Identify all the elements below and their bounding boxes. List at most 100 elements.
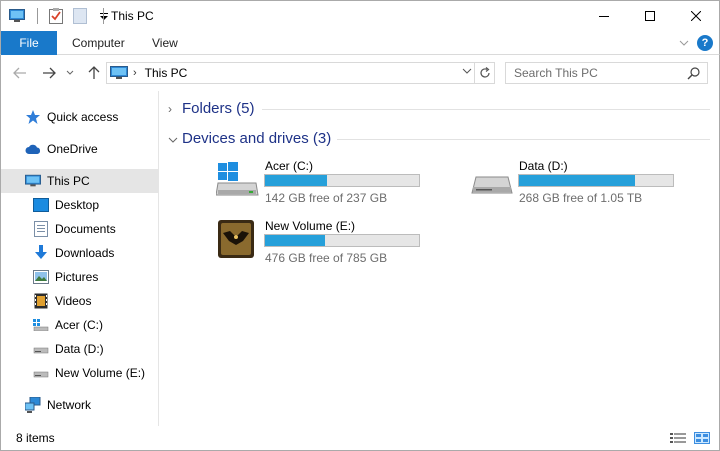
sidebar-item-label: Videos [55, 294, 92, 308]
sidebar-item-label: OneDrive [47, 142, 98, 156]
window-controls [581, 1, 719, 31]
title-bar: This PC [0, 0, 720, 31]
sidebar-item-this-pc[interactable]: This PC [1, 169, 158, 193]
sidebar-item-quick-access[interactable]: Quick access [1, 105, 158, 129]
close-icon[interactable] [673, 1, 719, 31]
properties-icon[interactable] [46, 6, 66, 26]
drive-usage-bar [264, 234, 420, 247]
sidebar-item-label: Network [47, 398, 92, 412]
sidebar-item-documents[interactable]: Documents [1, 217, 158, 241]
group-title: Devices and drives (3) [182, 130, 332, 147]
group-header-folders[interactable]: › Folders (5) [168, 100, 255, 117]
cloud-icon [25, 141, 41, 157]
tab-computer[interactable]: Computer [72, 31, 125, 55]
tab-file[interactable]: File [1, 31, 57, 55]
desktop-icon [33, 197, 49, 213]
address-dropdown-icon[interactable] [462, 66, 472, 77]
help-button[interactable]: ? [697, 35, 713, 51]
details-view-icon[interactable] [669, 431, 687, 445]
pictures-icon [33, 269, 49, 285]
sidebar-item-onedrive[interactable]: OneDrive [1, 137, 158, 161]
sidebar-item-data-d[interactable]: Data (D:) [1, 337, 158, 361]
computer-icon[interactable] [7, 6, 27, 26]
sidebar-item-network[interactable]: Network [1, 393, 158, 417]
status-bar: 8 items [0, 426, 720, 451]
search-input[interactable]: Search This PC [505, 62, 708, 84]
refresh-icon[interactable] [474, 63, 494, 83]
item-count: 8 items [16, 431, 55, 445]
group-divider [337, 139, 710, 140]
custom-drive-icon [216, 219, 256, 259]
documents-icon [33, 221, 49, 237]
back-arrow-icon[interactable] [11, 64, 29, 82]
drive-usage-bar [518, 174, 674, 187]
drive-icon [33, 317, 49, 333]
group-divider [262, 109, 710, 110]
videos-icon [33, 293, 49, 309]
expand-ribbon-icon[interactable] [679, 36, 689, 50]
sidebar-item-label: Pictures [55, 270, 99, 284]
drive-tile-data-d[interactable]: Data (D:) 268 GB free of 1.05 TB [470, 159, 690, 209]
sidebar-item-pictures[interactable]: Pictures [1, 265, 158, 289]
drive-free-space: 268 GB free of 1.05 TB [519, 191, 643, 205]
drive-free-space: 142 GB free of 237 GB [265, 191, 388, 205]
maximize-icon[interactable] [627, 1, 673, 31]
sidebar-item-label: Downloads [55, 246, 115, 260]
title-separator [103, 8, 104, 24]
sidebar-item-label: Acer (C:) [55, 318, 103, 332]
up-arrow-icon[interactable] [85, 64, 103, 82]
star-icon [25, 109, 41, 125]
sidebar-item-downloads[interactable]: Downloads [1, 241, 158, 265]
tiles-view-icon[interactable] [693, 431, 711, 445]
drive-tile-new-volume-e[interactable]: New Volume (E:) 476 GB free of 785 GB [216, 219, 436, 269]
view-switcher [663, 431, 711, 445]
sidebar-item-label: Data (D:) [55, 342, 104, 356]
windows-drive-icon [215, 159, 259, 199]
group-header-devices[interactable]: Devices and drives (3) [168, 130, 331, 147]
navigation-bar: › This PC Search This PC [0, 55, 720, 91]
sidebar-item-label: Quick access [47, 110, 119, 124]
drive-icon [33, 365, 49, 381]
network-icon [25, 397, 41, 413]
sidebar-item-label: Documents [55, 222, 116, 236]
drive-name: Data (D:) [519, 159, 568, 173]
drive-usage-fill [265, 235, 326, 246]
breadcrumb-chevron-icon[interactable]: › [133, 67, 137, 79]
drive-icon [33, 341, 49, 357]
computer-icon [110, 66, 128, 80]
sidebar-item-label: Desktop [55, 198, 100, 212]
breadcrumb[interactable]: This PC [145, 66, 188, 80]
quick-access-toolbar [7, 6, 118, 26]
drive-usage-fill [265, 175, 327, 186]
drive-usage-fill [519, 175, 635, 186]
computer-icon [25, 173, 41, 189]
drive-free-space: 476 GB free of 785 GB [265, 251, 388, 265]
sidebar-item-desktop[interactable]: Desktop [1, 193, 158, 217]
toolbar-separator [37, 8, 38, 24]
drive-usage-bar [264, 174, 420, 187]
chevron-down-icon [168, 132, 182, 146]
forward-arrow-icon[interactable] [40, 64, 58, 82]
search-icon[interactable] [687, 66, 701, 83]
minimize-icon[interactable] [581, 1, 627, 31]
chevron-right-icon: › [168, 101, 172, 116]
sidebar-item-acer-c[interactable]: Acer (C:) [1, 313, 158, 337]
download-icon [33, 245, 49, 261]
file-list-area: › Folders (5) Devices and drives (3) Ace… [160, 91, 720, 426]
new-folder-icon[interactable] [70, 6, 90, 26]
sidebar-item-videos[interactable]: Videos [1, 289, 158, 313]
search-placeholder: Search This PC [514, 66, 598, 80]
window-title: This PC [111, 9, 154, 23]
ribbon-right-controls: ? [679, 35, 713, 51]
address-bar[interactable]: › This PC [106, 62, 495, 84]
ribbon-tabs: File Computer View ? [0, 31, 720, 55]
sidebar-item-label: This PC [47, 174, 90, 188]
recent-locations-icon[interactable] [64, 64, 76, 82]
drive-tile-acer-c[interactable]: Acer (C:) 142 GB free of 237 GB [215, 159, 436, 209]
sidebar-item-new-volume-e[interactable]: New Volume (E:) [1, 361, 158, 385]
group-title: Folders (5) [182, 100, 255, 117]
hard-drive-icon [470, 159, 513, 199]
tab-view[interactable]: View [152, 31, 178, 55]
navigation-pane: Quick access OneDrive This PC Desktop Do… [0, 91, 159, 426]
sidebar-item-label: New Volume (E:) [55, 366, 146, 380]
